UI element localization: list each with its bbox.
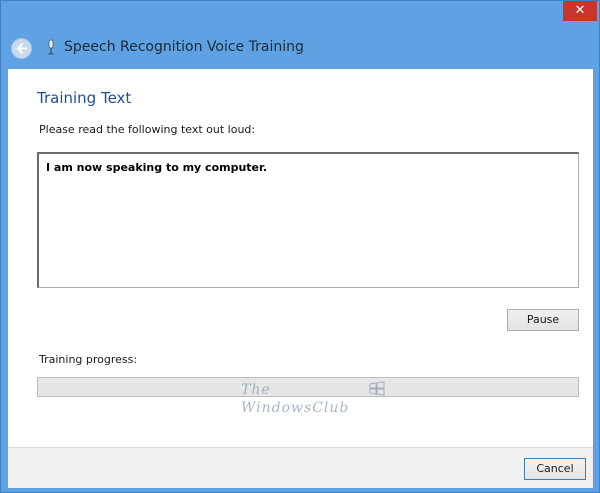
microphone-icon <box>48 39 54 55</box>
pause-button[interactable]: Pause <box>507 309 579 331</box>
close-button[interactable]: ✕ <box>563 1 597 21</box>
training-text: I am now speaking to my computer. <box>46 161 268 174</box>
dialog-window: ✕ Speech Recognition Voice Training Trai… <box>0 0 600 493</box>
back-arrow-icon <box>17 43 27 54</box>
watermark-logo-icon <box>369 381 385 396</box>
training-text-box: I am now speaking to my computer. <box>37 152 579 288</box>
progress-label: Training progress: <box>39 353 138 366</box>
cancel-button[interactable]: Cancel <box>524 458 586 480</box>
close-icon: ✕ <box>574 3 586 18</box>
instruction-text: Please read the following text out loud: <box>39 123 256 136</box>
back-button[interactable] <box>11 38 32 59</box>
watermark-line1: The <box>241 382 271 398</box>
title-bar: ✕ Speech Recognition Voice Training <box>1 1 599 69</box>
watermark: The WindowsClub <box>241 378 391 426</box>
page-heading: Training Text <box>37 89 132 107</box>
window-title: Speech Recognition Voice Training <box>64 39 304 55</box>
dialog-footer: Cancel <box>8 447 593 488</box>
content-panel: Training Text Please read the following … <box>8 69 593 447</box>
watermark-line2: WindowsClub <box>241 400 350 416</box>
